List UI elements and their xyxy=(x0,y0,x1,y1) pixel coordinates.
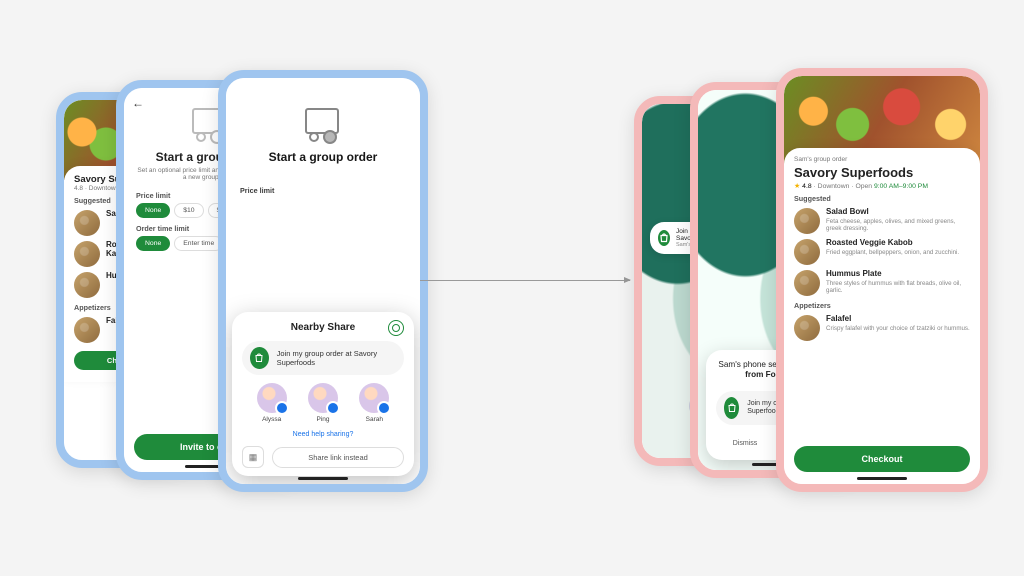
checkout-button[interactable]: Checkout xyxy=(794,446,970,472)
qr-icon[interactable]: ▦ xyxy=(242,446,264,468)
nearby-share-sheet: Nearby Share Join my group order at Savo… xyxy=(232,312,414,476)
menu-item[interactable]: Hummus PlateThree styles of hummus with … xyxy=(794,270,970,296)
time-chip-none[interactable]: None xyxy=(136,236,170,251)
group-order-label: Sam's group order xyxy=(794,156,970,163)
help-sharing-link[interactable]: Need help sharing? xyxy=(242,431,404,438)
restaurant-title: Savory Superfoods xyxy=(794,165,970,180)
cart-illustration-icon xyxy=(299,104,347,144)
time-chip-enter[interactable]: Enter time xyxy=(174,236,223,251)
share-payload-pill: Join my group order at Savory Superfoods xyxy=(242,341,404,375)
section-appetizers: Appetizers xyxy=(794,301,970,310)
shopping-bag-icon xyxy=(250,347,269,369)
flow-arrow-icon xyxy=(420,280,630,281)
home-indicator xyxy=(298,477,348,480)
section-suggested: Suggested xyxy=(794,194,970,203)
price-chip-10[interactable]: $10 xyxy=(174,203,203,218)
price-chip-none[interactable]: None xyxy=(136,203,170,218)
back-icon[interactable]: ← xyxy=(132,96,144,110)
receiver-phone-menu: Sam's group order Savory Superfoods ★ 4.… xyxy=(776,68,988,492)
avatar xyxy=(257,383,287,413)
nearby-person[interactable]: Alyssa xyxy=(257,383,287,423)
avatar xyxy=(308,383,338,413)
food-thumb xyxy=(74,272,100,298)
nearby-person[interactable]: Ping xyxy=(308,383,338,423)
menu-item[interactable]: Salad BowlFeta cheese, apples, olives, a… xyxy=(794,208,970,234)
restaurant-meta-row: ★ 4.8 · Downtown · Open 9:00 AM–9:00 PM xyxy=(794,182,970,190)
nearby-person[interactable]: Sarah xyxy=(359,383,389,423)
avatar xyxy=(359,383,389,413)
nearby-people: Alyssa Ping Sarah xyxy=(246,383,400,423)
food-thumb xyxy=(794,315,820,341)
dismiss-button[interactable]: Dismiss xyxy=(716,435,774,452)
food-thumb xyxy=(74,241,100,267)
sender-phone-nearby-share: Start a group order Price limit Nearby S… xyxy=(218,70,428,492)
promo-stage: Savory Superfoods 4.8 · Downtown · Open … xyxy=(0,0,1024,576)
shopping-bag-icon xyxy=(724,397,739,419)
home-indicator xyxy=(857,477,907,480)
share-message: Join my group order at Savory Superfoods xyxy=(277,349,396,367)
share-link-button[interactable]: Share link instead xyxy=(272,447,404,468)
nearby-share-title: Nearby Share xyxy=(242,322,404,333)
food-thumb xyxy=(74,317,100,343)
gear-icon[interactable] xyxy=(388,320,404,336)
price-limit-label-dim: Price limit xyxy=(240,186,406,195)
menu-item[interactable]: FalafelCrispy falafel with your choice o… xyxy=(794,315,970,341)
shopping-bag-icon xyxy=(658,230,670,246)
start-group-title-dim: Start a group order xyxy=(226,150,420,164)
star-icon: ★ xyxy=(794,183,800,190)
food-thumb xyxy=(794,208,820,234)
food-thumb xyxy=(74,210,100,236)
food-thumb xyxy=(794,270,820,296)
food-thumb xyxy=(794,239,820,265)
menu-item[interactable]: Roasted Veggie KabobFried eggplant, bell… xyxy=(794,239,970,265)
